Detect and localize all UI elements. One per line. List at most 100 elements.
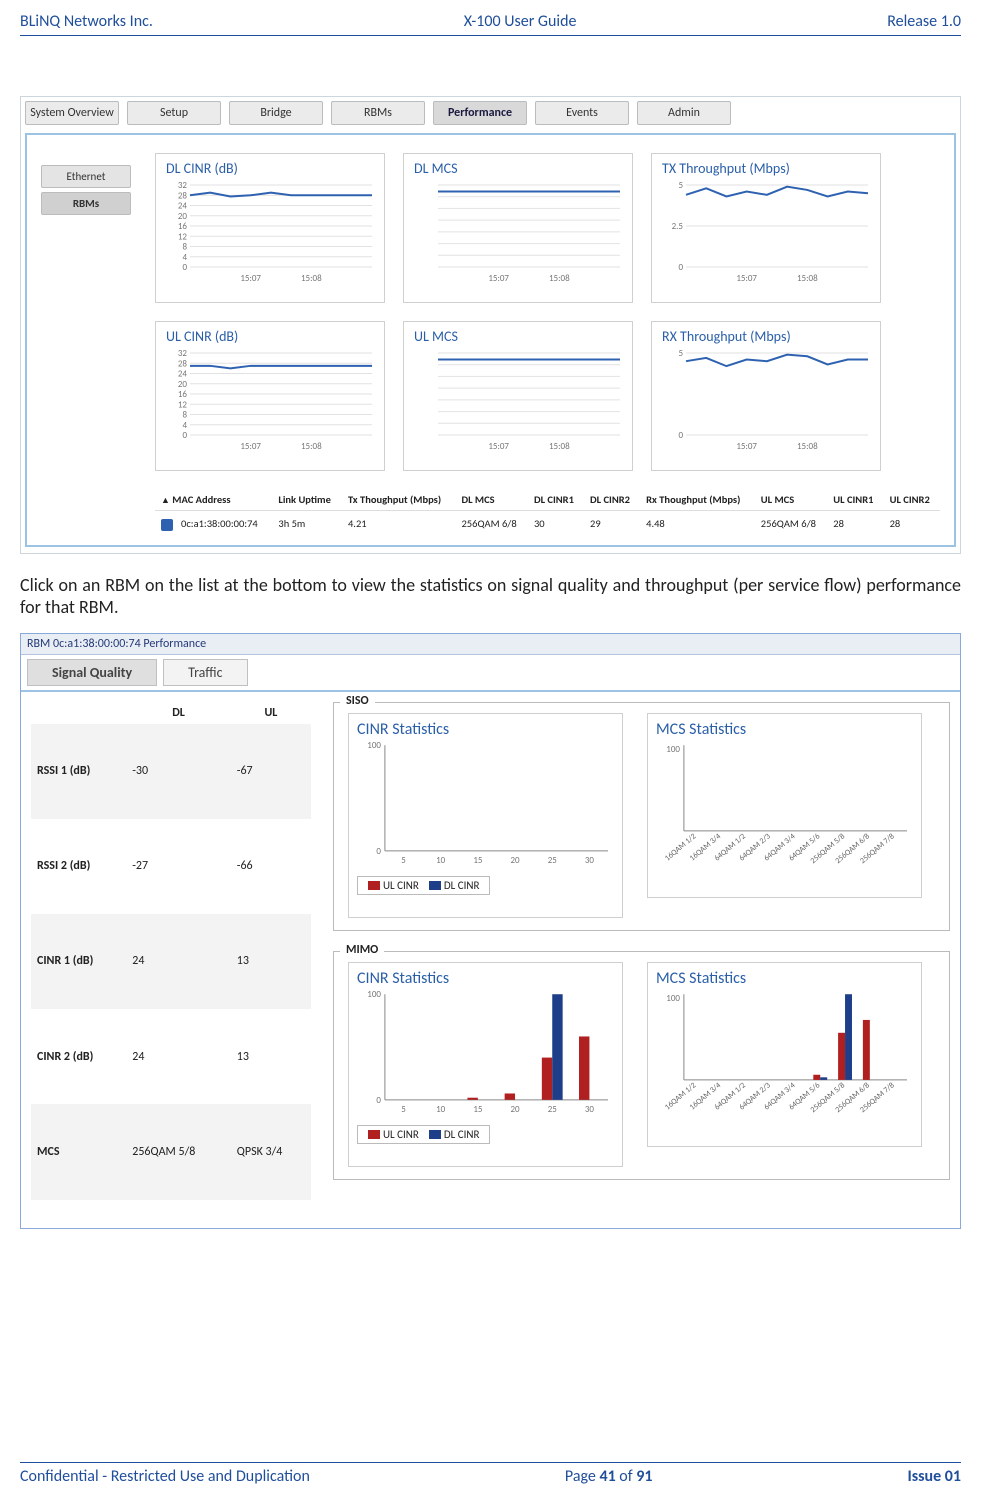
svg-text:100: 100 [367,740,381,751]
chart-legend: UL CINRDL CINR [357,876,490,895]
side-rbms[interactable]: RBMs [41,192,131,215]
chart-title: MCS Statistics [656,720,913,739]
svg-text:15:08: 15:08 [797,273,818,283]
bar-chart: MCS Statistics10016QAM 1/216QAM 3/464QAM… [647,713,922,898]
svg-text:15:07: 15:07 [736,441,757,451]
stats-row: CINR 1 (dB)2413 [31,914,311,1009]
svg-text:15:07: 15:07 [240,273,261,283]
rbm-panel-title: RBM 0c:a1:38:00:00:74 Performance [21,634,960,655]
tab-setup[interactable]: Setup [127,101,221,125]
col-header[interactable]: Tx Thoughput (Mbps) [342,489,456,511]
subtab-signal-quality[interactable]: Signal Quality [27,659,157,686]
chart-title: MCS Statistics [656,969,913,988]
mini-chart: DL CINR (dB)04812162024283215:0715:08 [155,153,385,303]
chart-title: CINR Statistics [357,720,614,739]
chart-title: DL CINR (dB) [166,160,374,177]
svg-text:12: 12 [178,231,188,242]
col-header[interactable]: DL MCS [455,489,527,511]
doc-header-right: Release 1.0 [887,12,961,31]
svg-text:25: 25 [548,1103,558,1114]
svg-text:8: 8 [182,242,187,253]
stats-col-header: UL [231,702,311,724]
tab-events[interactable]: Events [535,101,629,125]
col-header[interactable]: ▲ MAC Address [155,489,272,511]
side-ethernet[interactable]: Ethernet [41,165,131,188]
chart-title: UL MCS [414,328,622,345]
svg-text:15:08: 15:08 [797,441,818,451]
col-header[interactable]: DL CINR1 [528,489,584,511]
svg-text:15:08: 15:08 [549,273,570,283]
svg-text:30: 30 [585,1103,595,1114]
svg-text:15:08: 15:08 [301,273,322,283]
stats-row: RSSI 2 (dB)-27-66 [31,819,311,914]
bar-chart: CINR Statistics010051015202530UL CINRDL … [348,962,623,1167]
bar-chart: CINR Statistics010051015202530UL CINRDL … [348,713,623,918]
col-header[interactable]: UL CINR1 [827,489,883,511]
col-header[interactable]: DL CINR2 [584,489,640,511]
mini-chart: UL MCS15:0715:08 [403,321,633,471]
rbm-summary-table: ▲ MAC AddressLink UptimeTx Thoughput (Mb… [155,489,940,537]
doc-header-center: X-100 User Guide [464,12,577,31]
svg-text:10: 10 [436,1103,446,1114]
mini-chart: UL CINR (dB)04812162024283215:0715:08 [155,321,385,471]
tab-performance[interactable]: Performance [433,101,527,125]
stats-col-header [31,702,126,724]
rbm-performance-screenshot: RBM 0c:a1:38:00:00:74 Performance Signal… [20,633,961,1229]
svg-text:100: 100 [666,993,680,1004]
group-label: SISO [340,694,375,708]
side-nav: Ethernet RBMs [27,135,147,545]
tab-admin[interactable]: Admin [637,101,731,125]
chart-title: RX Throughput (Mbps) [662,328,870,345]
tab-rbms[interactable]: RBMs [331,101,425,125]
svg-text:15:08: 15:08 [549,441,570,451]
chart-title: TX Throughput (Mbps) [662,160,870,177]
row-color-indicator [161,519,173,531]
svg-text:0: 0 [376,1094,381,1105]
doc-header-left: BLiNQ Networks Inc. [20,12,153,31]
svg-text:15:08: 15:08 [301,441,322,451]
chart-group-mimo: MIMOCINR Statistics010051015202530UL CIN… [333,951,950,1180]
tab-bridge[interactable]: Bridge [229,101,323,125]
svg-text:5: 5 [678,348,683,359]
doc-header: BLiNQ Networks Inc. X-100 User Guide Rel… [20,12,961,36]
stats-row: CINR 2 (dB)2413 [31,1009,311,1104]
mini-chart: TX Throughput (Mbps)02.5515:0715:08 [651,153,881,303]
table-row[interactable]: 0c:a1:38:00:00:743h 5m4.21256QAM 6/83029… [155,511,940,537]
svg-text:4: 4 [182,420,187,431]
svg-text:15:07: 15:07 [488,273,509,283]
svg-text:20: 20 [178,379,188,390]
group-label: MIMO [340,943,384,957]
svg-text:30: 30 [585,854,595,865]
svg-text:20: 20 [511,1103,521,1114]
svg-text:0: 0 [182,262,187,273]
svg-text:15:07: 15:07 [240,441,261,451]
mini-chart: DL MCS15:0715:08 [403,153,633,303]
svg-text:0: 0 [182,430,187,441]
svg-text:10: 10 [436,854,446,865]
chart-legend: UL CINRDL CINR [357,1125,490,1144]
svg-text:4: 4 [182,252,187,263]
svg-text:5: 5 [401,1103,406,1114]
svg-text:0: 0 [678,262,683,273]
doc-footer: Confidential - Restricted Use and Duplic… [20,1462,961,1486]
svg-text:24: 24 [178,369,188,380]
col-header[interactable]: Link Uptime [272,489,342,511]
signal-quality-table: DLUL RSSI 1 (dB)-30-67RSSI 2 (dB)-27-66C… [31,702,311,1200]
col-header[interactable]: Rx Thoughput (Mbps) [640,489,755,511]
tab-system-overview[interactable]: System Overview [25,101,119,125]
svg-text:15: 15 [473,854,483,865]
svg-text:20: 20 [178,211,188,222]
col-header[interactable]: UL MCS [755,489,827,511]
stats-col-header: DL [126,702,231,724]
doc-footer-issue: Issue 01 [907,1467,961,1486]
svg-text:28: 28 [178,358,188,369]
svg-text:16: 16 [178,221,188,232]
col-header[interactable]: UL CINR2 [884,489,940,511]
svg-text:20: 20 [511,854,521,865]
subtab-traffic[interactable]: Traffic [163,659,247,686]
svg-text:15: 15 [473,1103,483,1114]
svg-text:24: 24 [178,201,188,212]
stats-row: MCS256QAM 5/8QPSK 3/4 [31,1104,311,1199]
chart-group-siso: SISOCINR Statistics010051015202530UL CIN… [333,702,950,931]
mini-chart: RX Throughput (Mbps)0515:0715:08 [651,321,881,471]
